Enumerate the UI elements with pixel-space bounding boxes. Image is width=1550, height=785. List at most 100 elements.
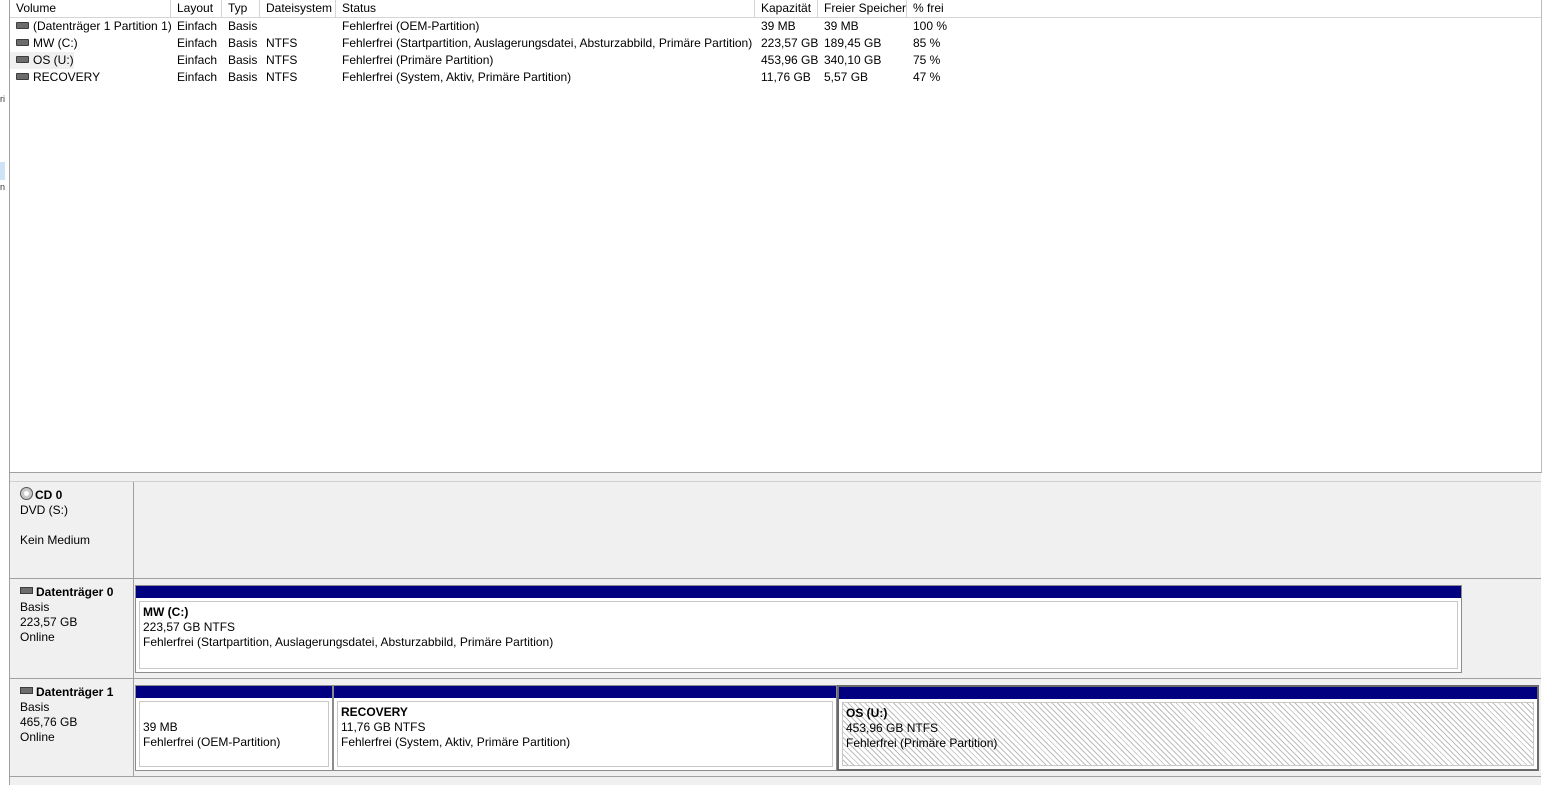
partition-size: 39 MB (143, 720, 178, 734)
disk-name: Datenträger 1 (36, 685, 114, 699)
cell-kapazitaet: 39 MB (761, 19, 796, 33)
partition-status: Fehlerfrei (Startpartition, Auslagerungs… (143, 635, 554, 649)
partition-status: Fehlerfrei (System, Aktiv, Primäre Parti… (341, 735, 571, 749)
partition-body: MW (C:) 223,57 GB NTFS Fehlerfrei (Start… (139, 601, 1458, 669)
table-row[interactable]: OS (U:) Einfach Basis NTFS Fehlerfrei (P… (10, 52, 1541, 69)
cell-status: Fehlerfrei (System, Aktiv, Primäre Parti… (342, 70, 572, 84)
cell-freier-speicher: 189,45 GB (824, 36, 882, 50)
partition-header-bar (136, 686, 332, 698)
column-header-kapazitaet[interactable]: Kapazität (755, 0, 818, 17)
cell-layout: Einfach (177, 36, 218, 50)
cell-volume: OS (U:) (10, 52, 74, 69)
partition-size: 223,57 GB NTFS (143, 620, 236, 634)
pane-splitter[interactable] (10, 473, 1541, 482)
disk-name: CD 0 (35, 488, 63, 502)
partition-size: 453,96 GB NTFS (846, 721, 939, 735)
left-navigation-edge: ri n (0, 0, 10, 785)
drive-icon (16, 22, 29, 30)
disk-type: Basis (20, 600, 50, 614)
column-header-typ[interactable]: Typ (222, 0, 260, 17)
cell-layout: Einfach (177, 53, 218, 67)
list-header: Volume Layout Typ Dateisystem Status Kap… (10, 0, 1541, 18)
media-status: Kein Medium (20, 533, 91, 547)
cell-status: Fehlerfrei (Primäre Partition) (342, 53, 494, 67)
disk-row-cd0: CD 0 DVD (S:) Kein Medium (10, 482, 1541, 579)
column-header-dateisystem[interactable]: Dateisystem (260, 0, 336, 17)
cell-kapazitaet: 453,96 GB (761, 53, 819, 67)
disk-icon (20, 687, 33, 695)
cell-status: Fehlerfrei (Startpartition, Auslagerungs… (342, 36, 753, 50)
table-row[interactable]: RECOVERY Einfach Basis NTFS Fehlerfrei (… (10, 69, 1541, 86)
disk-row-disk1: Datenträger 1 Basis 465,76 GB Online 39 … (10, 679, 1541, 777)
cell-typ: Basis (228, 53, 258, 67)
disk-row-disk0: Datenträger 0 Basis 223,57 GB Online MW … (10, 579, 1541, 679)
partition-mw-c[interactable]: MW (C:) 223,57 GB NTFS Fehlerfrei (Start… (135, 585, 1462, 673)
drive-icon (16, 56, 29, 64)
partition-body-selected: OS (U:) 453,96 GB NTFS Fehlerfrei (Primä… (842, 702, 1534, 766)
cell-layout: Einfach (177, 70, 218, 84)
disk-size: 465,76 GB (20, 715, 78, 729)
drive-letter: DVD (S:) (20, 503, 68, 517)
cell-freier-speicher: 340,10 GB (824, 53, 882, 67)
column-header-status[interactable]: Status (336, 0, 755, 17)
partition-title: RECOVERY (341, 705, 408, 719)
disk-graph-view: CD 0 DVD (S:) Kein Medium Datenträger 0 … (10, 482, 1541, 785)
cell-kapazitaet: 223,57 GB (761, 36, 819, 50)
cell-prozent-frei: 75 % (913, 53, 941, 67)
disk-label-disk1[interactable]: Datenträger 1 Basis 465,76 GB Online (10, 679, 134, 776)
disk-name: Datenträger 0 (36, 585, 114, 599)
column-header-freier-speicher[interactable]: Freier Speicher (818, 0, 907, 17)
cell-dateisystem: NTFS (266, 70, 298, 84)
partition-title: OS (U:) (846, 706, 888, 720)
cell-layout: Einfach (177, 19, 218, 33)
partition-header-bar (839, 687, 1537, 699)
cell-kapazitaet: 11,76 GB (761, 70, 811, 84)
drive-icon (16, 39, 29, 47)
partition-header-bar (136, 586, 1461, 598)
partition-size: 11,76 GB NTFS (341, 720, 426, 734)
partition-status: Fehlerfrei (OEM-Partition) (143, 735, 281, 749)
cell-dateisystem: NTFS (266, 36, 298, 50)
partition-recovery[interactable]: RECOVERY 11,76 GB NTFS Fehlerfrei (Syste… (333, 685, 837, 771)
drive-icon (16, 73, 29, 81)
selected-tree-item[interactable] (0, 162, 5, 180)
partition-body: 39 MB Fehlerfrei (OEM-Partition) (139, 701, 329, 767)
partition-title (143, 705, 328, 720)
disk-state: Online (20, 730, 55, 744)
column-header-volume[interactable]: Volume (10, 0, 171, 17)
column-header-layout[interactable]: Layout (171, 0, 222, 17)
partition-body: RECOVERY 11,76 GB NTFS Fehlerfrei (Syste… (337, 701, 833, 767)
cell-freier-speicher: 39 MB (824, 19, 859, 33)
disk-type: Basis (20, 700, 50, 714)
cell-prozent-frei: 100 % (913, 19, 948, 33)
cell-typ: Basis (228, 36, 258, 50)
partition-header-bar (334, 686, 836, 698)
partition-oem[interactable]: 39 MB Fehlerfrei (OEM-Partition) (135, 685, 333, 771)
cell-typ: Basis (228, 19, 258, 33)
table-row[interactable]: (Datenträger 1 Partition 1) Einfach Basi… (10, 18, 1541, 35)
volume-list[interactable]: Volume Layout Typ Dateisystem Status Kap… (10, 0, 1542, 473)
cell-dateisystem (260, 18, 266, 35)
cell-volume: (Datenträger 1 Partition 1) (10, 18, 172, 35)
cell-typ: Basis (228, 70, 258, 84)
partition-title: MW (C:) (143, 605, 189, 619)
cell-freier-speicher: 5,57 GB (824, 70, 869, 84)
cell-prozent-frei: 85 % (913, 36, 941, 50)
disk-label-cd0[interactable]: CD 0 DVD (S:) Kein Medium (10, 482, 134, 578)
disk-label-disk0[interactable]: Datenträger 0 Basis 223,57 GB Online (10, 579, 134, 678)
cd-drive-icon (20, 487, 33, 501)
table-row[interactable]: MW (C:) Einfach Basis NTFS Fehlerfrei (S… (10, 35, 1541, 52)
partition-status: Fehlerfrei (Primäre Partition) (846, 736, 998, 750)
disk-icon (20, 587, 33, 595)
cell-dateisystem: NTFS (266, 53, 298, 67)
cell-volume: RECOVERY (10, 69, 171, 86)
cell-volume: MW (C:) (10, 35, 171, 52)
truncated-text: n (0, 182, 6, 192)
disk-state: Online (20, 630, 55, 644)
truncated-text: ri (0, 94, 5, 104)
partition-os-u[interactable]: OS (U:) 453,96 GB NTFS Fehlerfrei (Primä… (837, 685, 1539, 771)
cell-prozent-frei: 47 % (913, 70, 941, 84)
cell-status: Fehlerfrei (OEM-Partition) (342, 19, 480, 33)
disk-size: 223,57 GB (20, 615, 78, 629)
column-header-prozent-frei[interactable]: % frei (907, 0, 1541, 17)
